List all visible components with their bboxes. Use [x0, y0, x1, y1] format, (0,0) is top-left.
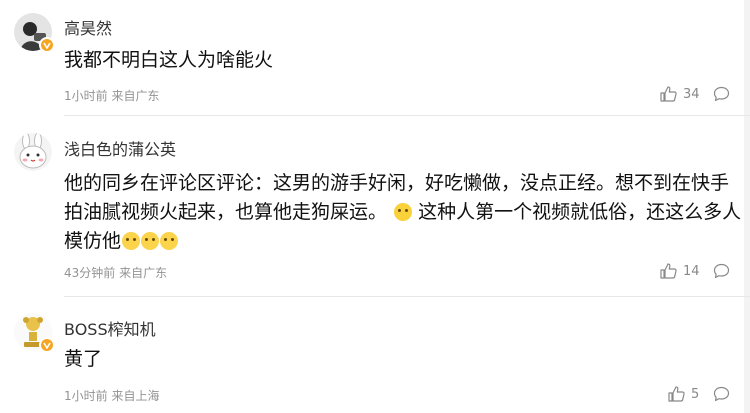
thumb-up-icon — [660, 263, 677, 279]
comment-location: 来自上海 — [111, 389, 160, 403]
avatar[interactable] — [14, 133, 52, 171]
verified-v-icon — [39, 37, 55, 53]
comment-time: 43分钟前 — [64, 266, 116, 280]
comment-bubble-icon — [713, 86, 730, 102]
doge-emoji-icon — [122, 232, 141, 250]
like-count: 14 — [683, 263, 700, 279]
comment-bubble-icon — [713, 386, 730, 402]
doge-emoji-icon — [141, 232, 160, 250]
comment-text: 黄了 — [64, 348, 103, 370]
like-button[interactable]: 5 — [668, 386, 699, 402]
comment-username[interactable]: BOSS榨知机 — [64, 316, 156, 340]
reply-button[interactable] — [713, 263, 730, 283]
comment-bubble-icon — [713, 263, 730, 279]
divider — [64, 296, 750, 297]
like-button[interactable]: 14 — [660, 263, 700, 279]
thumb-up-icon — [660, 86, 677, 102]
comment-text: 我都不明白这人为啥能火 — [64, 49, 274, 71]
comment-time: 1小时前 — [64, 89, 108, 103]
reply-button[interactable] — [713, 386, 730, 406]
comment-username[interactable]: 高昊然 — [64, 15, 112, 39]
avatar[interactable] — [14, 313, 55, 353]
laugh-cry-emoji-icon — [394, 203, 413, 221]
comment-location: 来自广东 — [119, 266, 168, 280]
comment-text: 他的同乡在评论区评论：这男的游手好闲，好吃懒做，没点正经。想不到在快手拍油腻视频… — [64, 169, 744, 256]
verified-v-icon — [39, 337, 55, 353]
like-count: 34 — [683, 86, 700, 102]
comment-meta: 43分钟前 来自广东 — [64, 264, 167, 281]
doge-emoji-icon — [160, 232, 179, 250]
comment-meta: 1小时前 来自广东 — [64, 87, 159, 104]
divider — [64, 115, 750, 116]
scrollbar[interactable] — [744, 0, 750, 413]
like-count: 5 — [691, 386, 700, 402]
comment-meta: 1小时前 来自上海 — [64, 387, 159, 404]
thumb-up-icon — [668, 386, 685, 402]
reply-button[interactable] — [713, 86, 730, 106]
like-button[interactable]: 34 — [660, 86, 700, 102]
comment-location: 来自广东 — [111, 89, 160, 103]
avatar[interactable] — [14, 13, 55, 53]
comment-username[interactable]: 浅白色的蒲公英 — [64, 136, 176, 160]
comment-time: 1小时前 — [64, 389, 108, 403]
